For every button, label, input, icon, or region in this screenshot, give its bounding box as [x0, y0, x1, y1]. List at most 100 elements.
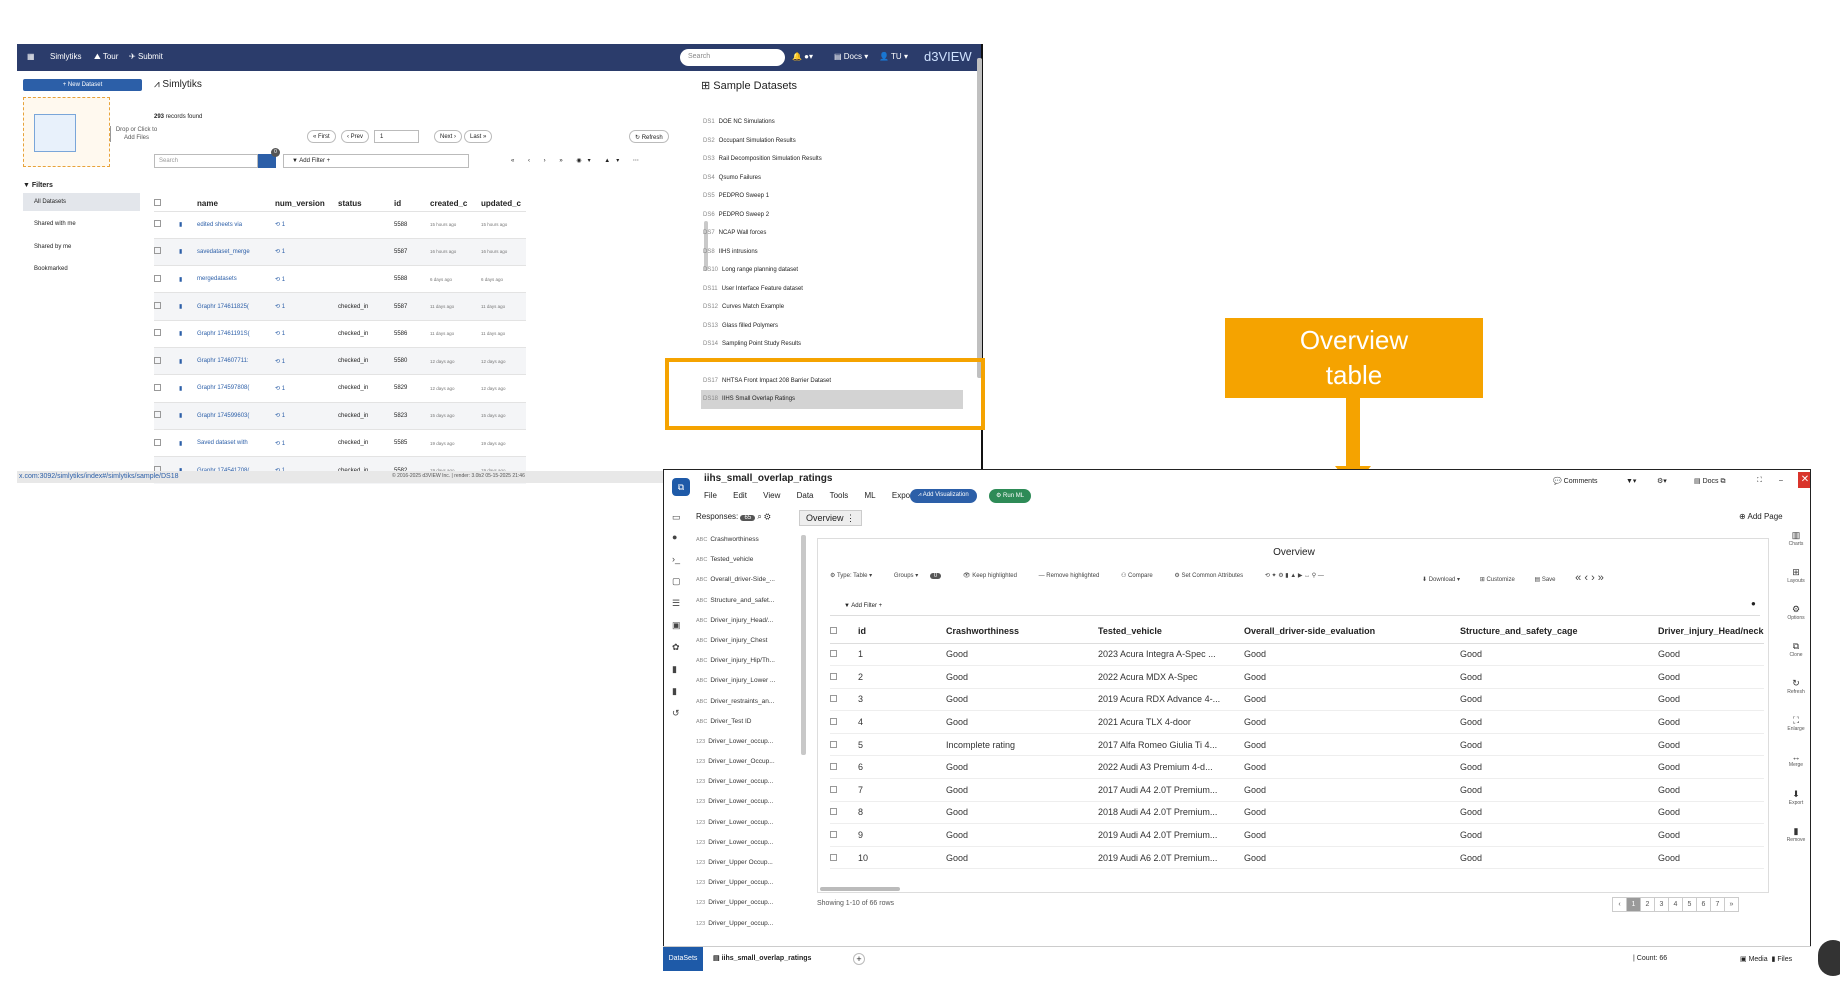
- col-tested-vehicle[interactable]: Tested_vehicle: [1098, 619, 1244, 644]
- sample-dataset-item[interactable]: DS11 User Interface Feature dataset: [701, 280, 963, 299]
- row-checkbox[interactable]: [830, 650, 837, 658]
- col-created[interactable]: created_c: [430, 181, 481, 211]
- field-item[interactable]: ABC Overall_driver-Side_...: [696, 570, 780, 590]
- page-button[interactable]: ‹: [1612, 897, 1627, 912]
- fullscreen-icon[interactable]: ⛶: [1757, 477, 1762, 485]
- table-row[interactable]: 8 Good 2018 Audi A4 2.0T Premium... Good Goo…: [830, 801, 1764, 825]
- run-ml-button[interactable]: ⚙ Run ML: [989, 489, 1032, 503]
- rail-refresh-button[interactable]: ↻ Refresh: [1780, 678, 1810, 695]
- file-icon[interactable]: ▮: [672, 664, 677, 675]
- sample-dataset-item[interactable]: DS14 Sampling Point Study Results: [701, 335, 963, 354]
- field-item[interactable]: 123 Driver_Lower_occup...: [696, 732, 780, 752]
- fields-panel-scrollbar[interactable]: [801, 535, 806, 755]
- remove-highlighted-button[interactable]: — Remove highlighted: [1039, 573, 1110, 579]
- table-row[interactable]: 5 Incomplete rating 2017 Alfa Romeo Giulia…: [830, 733, 1764, 757]
- app-logo-icon[interactable]: ⧉: [672, 478, 690, 496]
- rail-charts-button[interactable]: ▥ Charts: [1780, 530, 1810, 547]
- menu-data[interactable]: Data: [797, 491, 814, 500]
- dataset-name-link[interactable]: Graphr 174599603(: [197, 401, 275, 430]
- row-checkbox[interactable]: [830, 672, 837, 680]
- version-cell[interactable]: ⟲ 1: [275, 319, 338, 348]
- compare-button[interactable]: ⚇ Compare: [1121, 573, 1163, 579]
- page-button[interactable]: »: [1724, 897, 1739, 912]
- field-item[interactable]: ABC Driver_restraints_an...: [696, 692, 780, 712]
- docs-link[interactable]: ▤ Docs ⧉: [1694, 477, 1725, 486]
- toolbar-icon-group[interactable]: ⟲ ✦ ⚙ ▮ ▲ ▶ ↔ ⚲ —: [1265, 573, 1324, 579]
- comments-button[interactable]: 💬 Comments: [1553, 477, 1598, 485]
- col-id[interactable]: id: [394, 181, 430, 211]
- row-checkbox[interactable]: [830, 853, 837, 861]
- home-icon[interactable]: ▦: [27, 52, 35, 61]
- download-button[interactable]: ⬇ Download ▾: [1422, 577, 1469, 583]
- gear-icon[interactable]: ⚙: [764, 512, 770, 521]
- nav-tour[interactable]: ⛰ Tour: [94, 52, 118, 62]
- dataset-name-link[interactable]: mergedatasets: [197, 265, 275, 293]
- page-button[interactable]: 4: [1668, 897, 1683, 912]
- datasets-tab[interactable]: DataSets: [663, 947, 703, 971]
- version-cell[interactable]: ⟲ 1: [275, 401, 338, 430]
- horizontal-scrollbar[interactable]: [820, 887, 900, 891]
- version-cell[interactable]: ⟲ 1: [275, 237, 338, 266]
- sample-dataset-item[interactable]: DS1 DOE NC Simulations: [701, 113, 963, 132]
- customize-button[interactable]: ⊞ Customize: [1480, 577, 1524, 583]
- field-item[interactable]: 123 Driver_Lower_occup...: [696, 772, 780, 792]
- field-item[interactable]: 123 Driver_Upper Occup...: [696, 853, 780, 873]
- new-dataset-button[interactable]: + New Dataset: [23, 79, 142, 91]
- col-overall-driver-side-evaluation[interactable]: Overall_driver-side_evaluation: [1244, 619, 1460, 644]
- table-row[interactable]: 3 Good 2019 Acura RDX Advance 4-... Good Goo…: [830, 688, 1764, 712]
- col-structure-and-safety-cage[interactable]: Structure_and_safety_cage: [1460, 619, 1658, 644]
- table-row[interactable]: ▮ savedataset_merge ⟲ 1 5587 16 hours ago 16 …: [154, 237, 526, 266]
- dataset-name-link[interactable]: Graphr 174611825(: [197, 292, 275, 321]
- version-cell[interactable]: ⟲ 1: [275, 210, 338, 239]
- nav-brand[interactable]: Simlytiks: [50, 52, 82, 61]
- row-checkbox[interactable]: [830, 718, 837, 726]
- table-row[interactable]: ▮ edited sheets via ⟲ 1 5588 15 hours ago 15 …: [154, 210, 526, 239]
- row-checkbox[interactable]: [154, 411, 161, 419]
- row-checkbox[interactable]: [154, 438, 161, 446]
- field-item[interactable]: ABC Driver_injury_Chest: [696, 631, 780, 651]
- version-cell[interactable]: ⟲ 1: [275, 265, 338, 293]
- monitor-icon[interactable]: ▭: [672, 512, 681, 523]
- select-all-checkbox[interactable]: [154, 181, 179, 211]
- table-row[interactable]: 1 Good 2023 Acura Integra A-Spec ... Good Go…: [830, 643, 1764, 667]
- rail-options-button[interactable]: ⚙ Options: [1780, 604, 1810, 621]
- sample-dataset-item[interactable]: DS12 Curves Match Example: [701, 298, 963, 317]
- nav-user[interactable]: 👤 TU ▾: [879, 52, 908, 61]
- row-checkbox[interactable]: [154, 274, 161, 282]
- table-row[interactable]: ▮ Graphr 174597808(⟲ 1 checked_in 5829 12 da…: [154, 374, 526, 403]
- table-row[interactable]: ▮ Graphr 174599603(⟲ 1 checked_in 5823 15 da…: [154, 401, 526, 430]
- table-row[interactable]: 7 Good 2017 Audi A4 2.0T Premium... Good Goo…: [830, 778, 1764, 802]
- history-icon[interactable]: ↺: [672, 708, 680, 719]
- prev-page-button[interactable]: ‹ Prev: [341, 130, 370, 143]
- dataset-search-input[interactable]: Search: [154, 154, 258, 168]
- nav-search-input[interactable]: Search: [680, 49, 785, 66]
- settings-icon[interactable]: ⚙▾: [1657, 477, 1667, 485]
- last-page-button[interactable]: Last »: [464, 130, 493, 143]
- page-button[interactable]: 3: [1654, 897, 1669, 912]
- groups-dropdown[interactable]: Groups ▾ 0: [894, 573, 951, 579]
- sample-dataset-item[interactable]: DS5 PEDPRO Sweep 1: [701, 187, 963, 206]
- row-checkbox[interactable]: [830, 740, 837, 748]
- dataset-name-link[interactable]: savedataset_merge: [197, 237, 275, 266]
- rail-layouts-button[interactable]: ⊞ Layouts: [1780, 567, 1810, 584]
- table-row[interactable]: 6 Good 2022 Audi A3 Premium 4-d... Good Good…: [830, 755, 1764, 780]
- row-checkbox[interactable]: [830, 831, 837, 839]
- filter-shared-with-me[interactable]: Shared with me: [23, 215, 140, 233]
- info-icon[interactable]: ●: [1751, 599, 1756, 608]
- window-scrollbar[interactable]: [976, 44, 983, 384]
- rail-merge-button[interactable]: ↔ Merge: [1780, 752, 1810, 768]
- document-icon[interactable]: ▮: [672, 686, 677, 697]
- sample-dataset-item[interactable]: DS10 Long range planning dataset: [701, 261, 963, 280]
- page-button[interactable]: 2: [1640, 897, 1655, 912]
- image-icon[interactable]: ▣: [672, 620, 681, 631]
- search-icon[interactable]: ⌕: [757, 512, 761, 521]
- tab-overview[interactable]: Overview ⋮: [799, 510, 863, 526]
- close-icon[interactable]: ✕: [1798, 472, 1810, 488]
- table-row[interactable]: 2 Good 2022 Acura MDX A-Spec Good Good Good: [830, 665, 1764, 689]
- gear-icon[interactable]: ✿: [672, 642, 680, 653]
- media-files-links[interactable]: ▣ Media ▮ Files: [1740, 955, 1792, 963]
- file-tab[interactable]: ▤ iihs_small_overlap_ratings: [713, 947, 811, 971]
- table-row[interactable]: ▮ Graphr 174607711: ⟲ 1 checked_in 5580 12 da…: [154, 346, 526, 375]
- minimize-icon[interactable]: –: [1779, 477, 1783, 484]
- sample-dataset-item[interactable]: DS8 IIHS intrusions: [701, 243, 963, 262]
